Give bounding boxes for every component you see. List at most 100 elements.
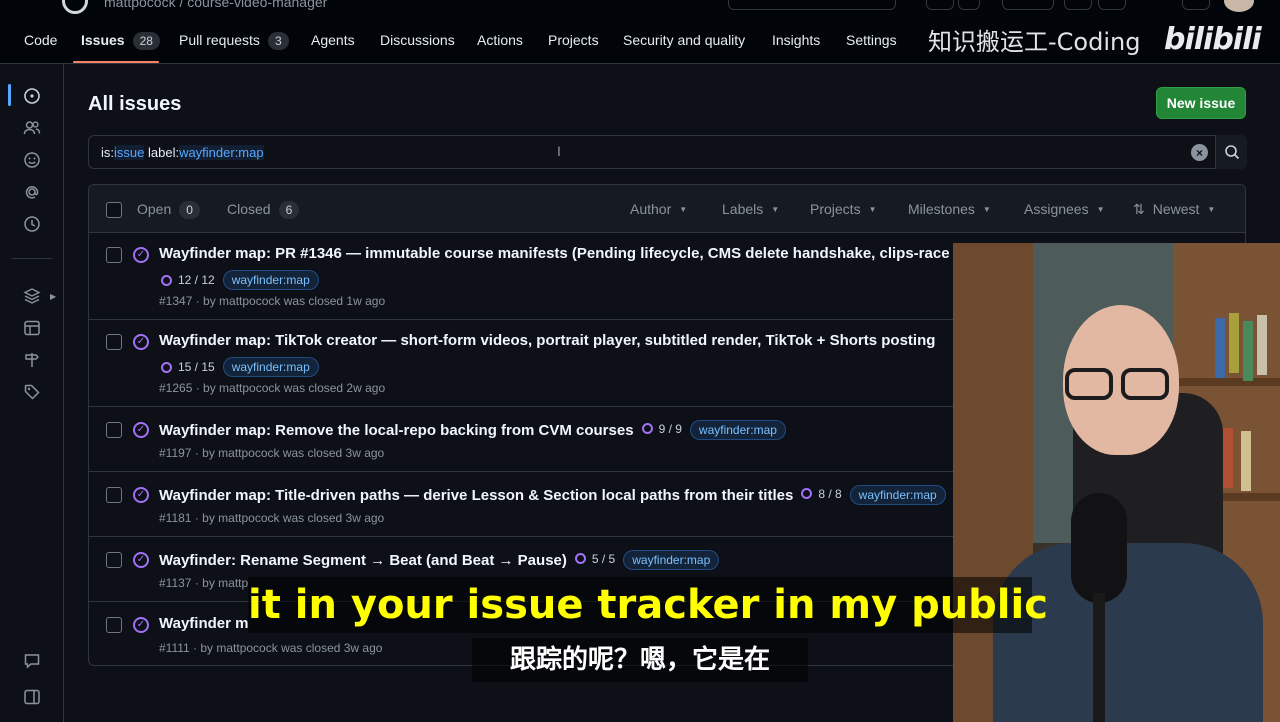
row-checkbox[interactable] (106, 422, 122, 438)
book (1215, 318, 1225, 378)
issue-meta: #1265 · by mattpocock was closed 2w ago (159, 381, 386, 395)
row-checkbox[interactable] (106, 552, 122, 568)
glasses-left (1065, 368, 1113, 400)
open-label: Open (137, 201, 172, 217)
tab-discussions-label: Discussions (380, 32, 455, 48)
book (1229, 313, 1239, 373)
issue-search-bar[interactable]: is:issue label:wayfinder:map I × (88, 135, 1247, 169)
inbox-button[interactable] (1182, 0, 1210, 10)
tab-agents[interactable]: Agents (311, 30, 355, 50)
sort-dropdown[interactable]: ⇅ Newest ▼ (1133, 201, 1215, 218)
sub-issue-progress: 5 / 5 (574, 551, 616, 566)
create-new-button[interactable] (1002, 0, 1054, 10)
tab-discussions[interactable]: Discussions (380, 30, 455, 50)
progress-text: 5 / 5 (591, 551, 616, 566)
search-icon (1224, 145, 1239, 160)
tab-security-label: Security and quality (623, 32, 746, 48)
user-avatar[interactable] (1224, 0, 1254, 12)
issue-title-link[interactable]: Wayfinder map: Title-driven paths — deri… (159, 487, 793, 504)
closed-issue-icon: ✓ (133, 617, 149, 633)
row-checkbox[interactable] (106, 487, 122, 503)
tab-settings[interactable]: Settings (846, 30, 897, 50)
search-value-label: wayfinder:map (179, 145, 264, 160)
signpost-icon[interactable] (22, 350, 42, 370)
closed-filter-tab[interactable]: Closed 6 (227, 201, 300, 219)
issue-circle-icon[interactable] (22, 86, 42, 106)
row-checkbox[interactable] (106, 334, 122, 350)
comment-icon[interactable] (22, 651, 42, 671)
issues-global-button[interactable] (1064, 0, 1092, 10)
mention-icon[interactable] (22, 182, 42, 202)
copilot-menu-button[interactable] (958, 0, 980, 10)
tab-actions[interactable]: Actions (477, 30, 523, 50)
tab-insights[interactable]: Insights (772, 30, 820, 50)
author-filter[interactable]: Author ▼ (630, 201, 687, 217)
search-button[interactable] (1215, 135, 1247, 169)
issue-title-link[interactable]: Wayfinder map: Remove the local-repo bac… (159, 422, 634, 439)
tab-projects[interactable]: Projects (548, 30, 599, 50)
labels-filter[interactable]: Labels ▼ (722, 201, 779, 217)
new-issue-button[interactable]: New issue (1156, 87, 1246, 119)
label-badge[interactable]: wayfinder:map (849, 485, 946, 505)
row-checkbox[interactable] (106, 617, 122, 633)
issue-title-row: Wayfinder map: Remove the local-repo bac… (159, 420, 786, 440)
rail-divider (12, 258, 52, 259)
clear-search-icon[interactable]: × (1191, 144, 1208, 161)
tag-icon[interactable] (22, 382, 42, 402)
issue-title-row: Wayfinder map: Title-driven paths — deri… (159, 485, 946, 505)
tab-agents-label: Agents (311, 32, 355, 48)
tab-security[interactable]: Security and quality (623, 30, 745, 50)
label-badge[interactable]: wayfinder:map (222, 357, 319, 377)
subtitle-chinese: 跟踪的呢？嗯，它是在 (472, 638, 808, 682)
tab-code[interactable]: Code (24, 30, 57, 50)
tab-issues[interactable]: Issues 28 (81, 30, 160, 50)
tab-insights-label: Insights (772, 32, 821, 48)
issue-meta: #1181 · by mattpocock was closed 3w ago (159, 511, 385, 525)
people-icon[interactable] (22, 118, 42, 138)
table-icon[interactable] (22, 318, 42, 338)
page-title: All issues (88, 93, 182, 115)
closed-issue-icon: ✓ (133, 552, 149, 568)
issue-title-row: Wayfinder: Rename Segment → Beat (and Be… (159, 550, 720, 570)
sub-issue-progress: 12 / 12 (161, 273, 215, 287)
open-count: 0 (179, 201, 200, 219)
progress-circle-icon (574, 553, 586, 564)
search-input[interactable]: is:issue label:wayfinder:map (101, 145, 264, 160)
milestones-filter-label: Milestones (908, 201, 975, 217)
clock-icon[interactable] (22, 214, 42, 234)
milestones-filter[interactable]: Milestones ▼ (908, 201, 991, 217)
sub-issue-progress: 8 / 8 (801, 487, 842, 501)
copilot-button[interactable] (926, 0, 954, 10)
issue-title-link[interactable]: Wayfinder m (159, 615, 248, 632)
expand-caret-icon[interactable]: ▶ (50, 292, 56, 301)
mic-stand (1093, 593, 1105, 722)
tab-pull-requests[interactable]: Pull requests 3 (179, 30, 289, 50)
issue-title-link[interactable]: Wayfinder map: PR #1346 — immutable cour… (159, 245, 950, 262)
assignees-filter[interactable]: Assignees ▼ (1024, 201, 1105, 217)
breadcrumb[interactable]: mattpocock / course-video-manager (104, 0, 327, 10)
pulls-global-button[interactable] (1098, 0, 1126, 10)
chevron-down-icon: ▼ (868, 205, 877, 214)
microphone (1071, 493, 1127, 603)
row-checkbox[interactable] (106, 247, 122, 263)
issue-badges: 15 / 15 wayfinder:map (159, 357, 319, 377)
label-badge[interactable]: wayfinder:map (623, 550, 720, 570)
projects-filter[interactable]: Projects ▼ (810, 201, 877, 217)
sidebar-icon[interactable] (22, 687, 42, 707)
labels-filter-label: Labels (722, 201, 764, 217)
chevron-down-icon: ▼ (1096, 205, 1105, 214)
select-all-checkbox[interactable] (106, 202, 122, 218)
open-filter-tab[interactable]: Open 0 (137, 201, 200, 219)
command-search-button[interactable] (728, 0, 896, 10)
tab-settings-label: Settings (846, 32, 897, 48)
label-badge[interactable]: wayfinder:map (689, 420, 786, 440)
assignees-filter-label: Assignees (1024, 201, 1089, 217)
progress-circle-icon (801, 488, 813, 499)
stack-icon[interactable] (22, 286, 42, 306)
book (1223, 428, 1233, 488)
smiley-icon[interactable] (22, 150, 42, 170)
issue-title-link[interactable]: Wayfinder map: TikTok creator — short-fo… (159, 332, 935, 349)
github-logo-icon[interactable] (62, 0, 88, 14)
issue-title-link[interactable]: Wayfinder: Rename Segment → Beat (and Be… (159, 552, 567, 569)
label-badge[interactable]: wayfinder:map (222, 270, 319, 290)
